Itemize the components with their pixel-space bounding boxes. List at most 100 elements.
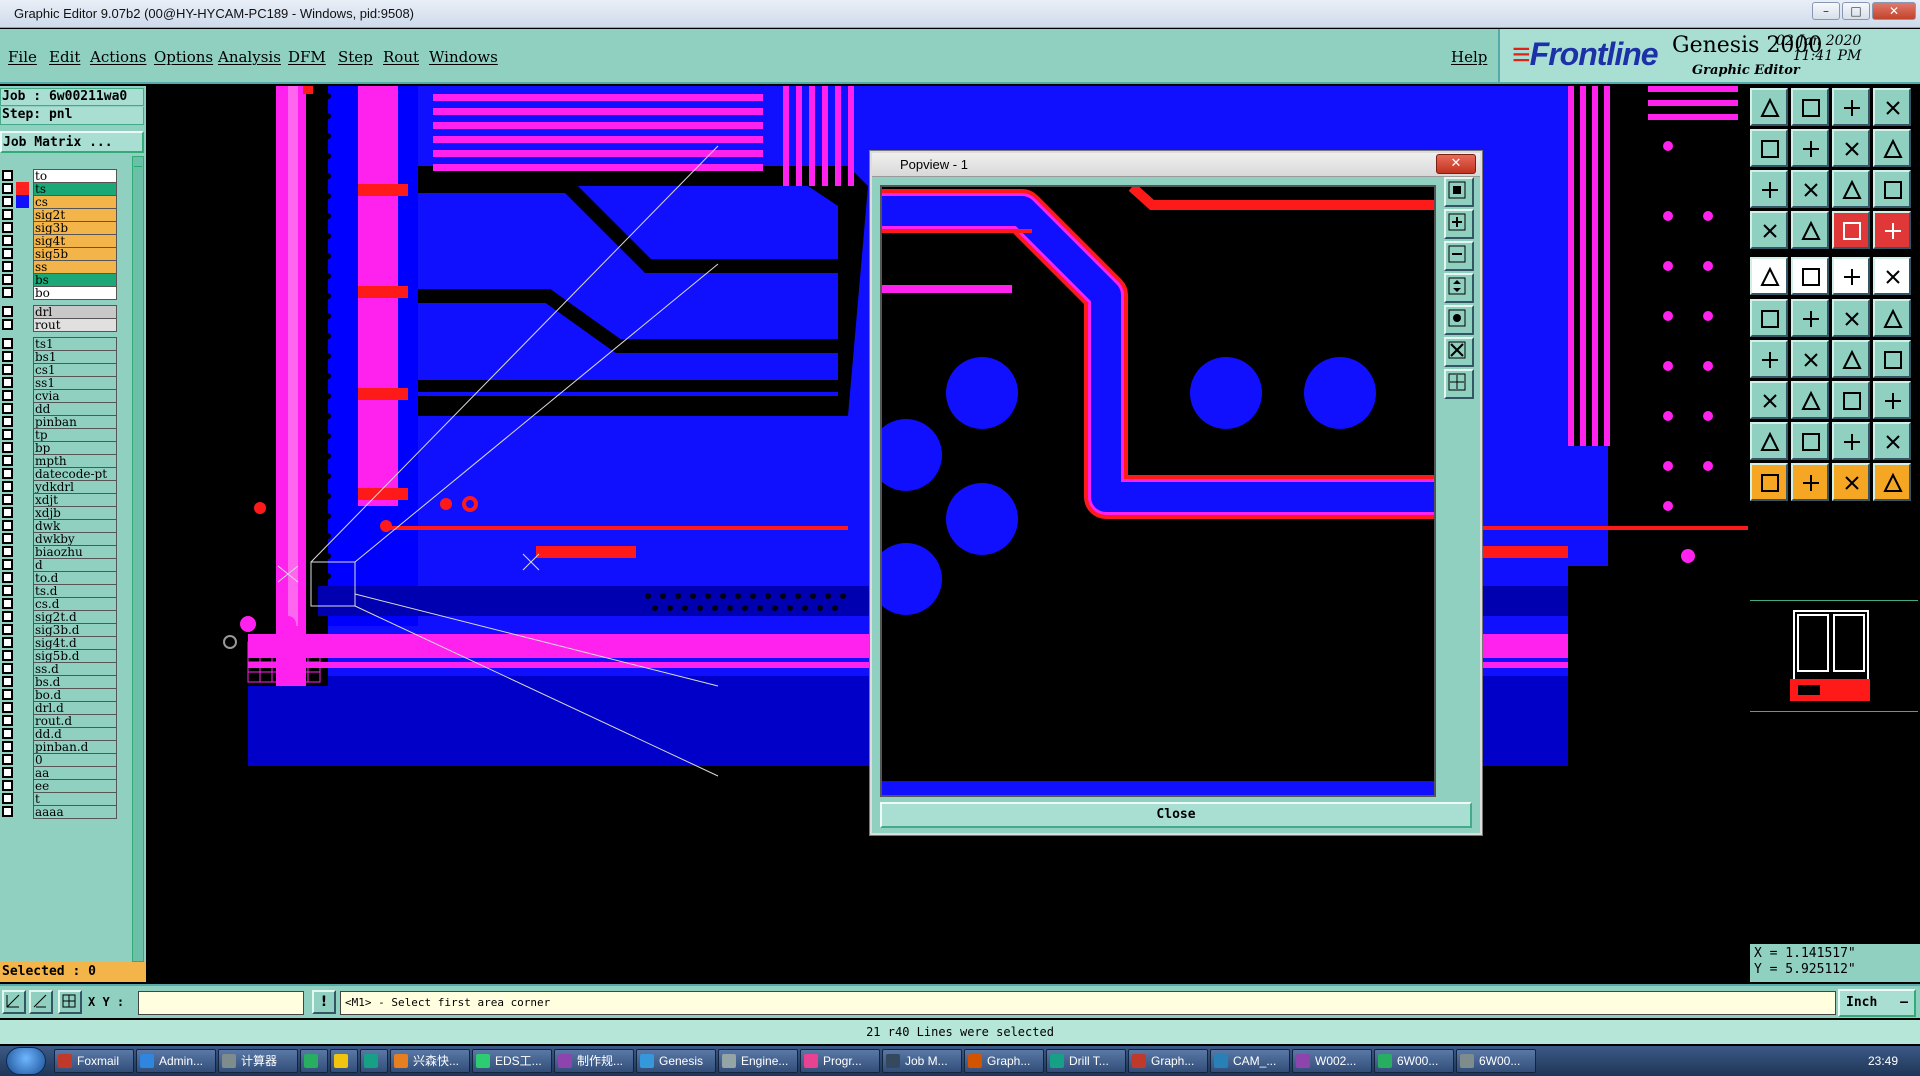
layer-checkbox[interactable] <box>2 481 13 492</box>
layer-checkbox[interactable] <box>2 377 13 388</box>
overview-map[interactable] <box>1750 600 1918 712</box>
toolbar-tool-icon[interactable] <box>1791 88 1829 126</box>
toolbar-tool-icon[interactable] <box>1832 129 1870 168</box>
popview-zoom-out-icon[interactable] <box>1444 241 1474 271</box>
measure-icon[interactable] <box>29 990 53 1014</box>
menu-windows[interactable]: Windows <box>429 48 498 66</box>
layer-checkbox[interactable] <box>2 248 13 259</box>
layer-checkbox[interactable] <box>2 416 13 427</box>
minimize-button[interactable]: – <box>1812 2 1840 20</box>
toolbar-tool-icon[interactable] <box>1750 257 1788 296</box>
layer-checkbox[interactable] <box>2 196 13 207</box>
menu-rout[interactable]: Rout <box>383 48 419 66</box>
layer-checkbox[interactable] <box>2 702 13 713</box>
layer-checkbox[interactable] <box>2 274 13 285</box>
layer-checkbox[interactable] <box>2 624 13 635</box>
taskbar-item[interactable]: Drill T... <box>1046 1049 1126 1073</box>
menu-file[interactable]: File <box>8 48 37 66</box>
snap-icon[interactable] <box>2 990 26 1014</box>
taskbar-item[interactable]: Admin... <box>136 1049 216 1073</box>
toolbar-tool-icon[interactable] <box>1832 380 1870 419</box>
popview-fit-icon[interactable] <box>1444 177 1474 207</box>
toolbar-tool-icon[interactable] <box>1873 298 1911 337</box>
popview-canvas[interactable] <box>880 185 1436 797</box>
taskbar-item[interactable] <box>330 1049 358 1073</box>
layer-checkbox[interactable] <box>2 319 13 330</box>
toolbar-tool-icon[interactable] <box>1873 339 1911 378</box>
toolbar-tool-icon[interactable] <box>1791 170 1829 209</box>
toolbar-tool-icon[interactable] <box>1750 339 1788 378</box>
toolbar-tool-icon[interactable] <box>1832 170 1870 209</box>
taskbar-item[interactable]: 兴森快... <box>390 1049 470 1073</box>
toolbar-tool-icon[interactable] <box>1873 129 1911 168</box>
layer-checkbox[interactable] <box>2 403 13 414</box>
layer-checkbox[interactable] <box>2 650 13 661</box>
layer-checkbox[interactable] <box>2 559 13 570</box>
layer-name[interactable]: rout <box>33 318 117 332</box>
toolbar-tool-icon[interactable] <box>1750 129 1788 168</box>
layer-checkbox[interactable] <box>2 390 13 401</box>
toolbar-tool-icon[interactable] <box>1873 211 1911 250</box>
layer-checkbox[interactable] <box>2 689 13 700</box>
layer-checkbox[interactable] <box>2 598 13 609</box>
toolbar-tool-icon[interactable] <box>1832 88 1870 126</box>
popview-close-button[interactable]: Close <box>880 802 1472 828</box>
popview-zoom-in-icon[interactable] <box>1444 209 1474 239</box>
xy-input[interactable] <box>138 991 304 1015</box>
layer-checkbox[interactable] <box>2 637 13 648</box>
taskbar-item[interactable]: EDS工... <box>472 1049 552 1073</box>
menu-help[interactable]: Help <box>1451 48 1487 66</box>
toolbar-tool-icon[interactable] <box>1750 88 1788 126</box>
layer-checkbox[interactable] <box>2 222 13 233</box>
layer-checkbox[interactable] <box>2 793 13 804</box>
toolbar-tool-icon[interactable] <box>1873 88 1911 126</box>
layer-checkbox[interactable] <box>2 767 13 778</box>
toolbar-tool-icon[interactable] <box>1791 380 1829 419</box>
layer-checkbox[interactable] <box>2 507 13 518</box>
taskbar-item[interactable]: Engine... <box>718 1049 798 1073</box>
taskbar-item[interactable] <box>360 1049 388 1073</box>
toolbar-tool-icon[interactable] <box>1791 298 1829 337</box>
taskbar-item[interactable]: Genesis <box>636 1049 716 1073</box>
layer-name[interactable]: bo <box>33 286 117 300</box>
taskbar-item[interactable]: 计算器 <box>218 1049 298 1073</box>
toolbar-tool-icon[interactable] <box>1750 211 1788 250</box>
taskbar-item[interactable]: Job M... <box>882 1049 962 1073</box>
layer-checkbox[interactable] <box>2 468 13 479</box>
toolbar-tool-icon[interactable] <box>1750 298 1788 337</box>
layer-checkbox[interactable] <box>2 170 13 181</box>
layer-checkbox[interactable] <box>2 287 13 298</box>
layer-checkbox[interactable] <box>2 585 13 596</box>
layer-checkbox[interactable] <box>2 780 13 791</box>
layer-scrollbar[interactable] <box>132 156 144 962</box>
menu-edit[interactable]: Edit <box>49 48 80 66</box>
toolbar-tool-icon[interactable] <box>1750 463 1788 502</box>
menu-dfm[interactable]: DFM <box>288 48 326 66</box>
layer-checkbox[interactable] <box>2 715 13 726</box>
toolbar-tool-icon[interactable] <box>1832 211 1870 250</box>
taskbar-item[interactable]: 制作规... <box>554 1049 634 1073</box>
layer-checkbox[interactable] <box>2 261 13 272</box>
toolbar-tool-icon[interactable] <box>1791 211 1829 250</box>
layer-checkbox[interactable] <box>2 351 13 362</box>
maximize-button[interactable]: □ <box>1842 2 1870 20</box>
toolbar-tool-icon[interactable] <box>1873 257 1911 296</box>
layer-checkbox[interactable] <box>2 728 13 739</box>
layer-checkbox[interactable] <box>2 429 13 440</box>
menu-options[interactable]: Options <box>154 48 213 66</box>
popview-center-icon[interactable] <box>1444 369 1474 399</box>
layer-checkbox[interactable] <box>2 611 13 622</box>
taskbar-item[interactable]: 6W00... <box>1456 1049 1536 1073</box>
layer-checkbox[interactable] <box>2 209 13 220</box>
toolbar-tool-icon[interactable] <box>1873 421 1911 460</box>
job-matrix-button[interactable]: Job Matrix ... <box>0 131 144 153</box>
layer-checkbox[interactable] <box>2 235 13 246</box>
layer-checkbox[interactable] <box>2 533 13 544</box>
taskbar-item[interactable]: CAM_... <box>1210 1049 1290 1073</box>
alert-icon[interactable]: ! <box>312 990 336 1014</box>
menu-step[interactable]: Step <box>338 48 373 66</box>
toolbar-tool-icon[interactable] <box>1791 339 1829 378</box>
close-window-button[interactable]: ✕ <box>1872 2 1916 20</box>
menu-actions[interactable]: Actions <box>90 48 146 66</box>
toolbar-tool-icon[interactable] <box>1832 257 1870 296</box>
